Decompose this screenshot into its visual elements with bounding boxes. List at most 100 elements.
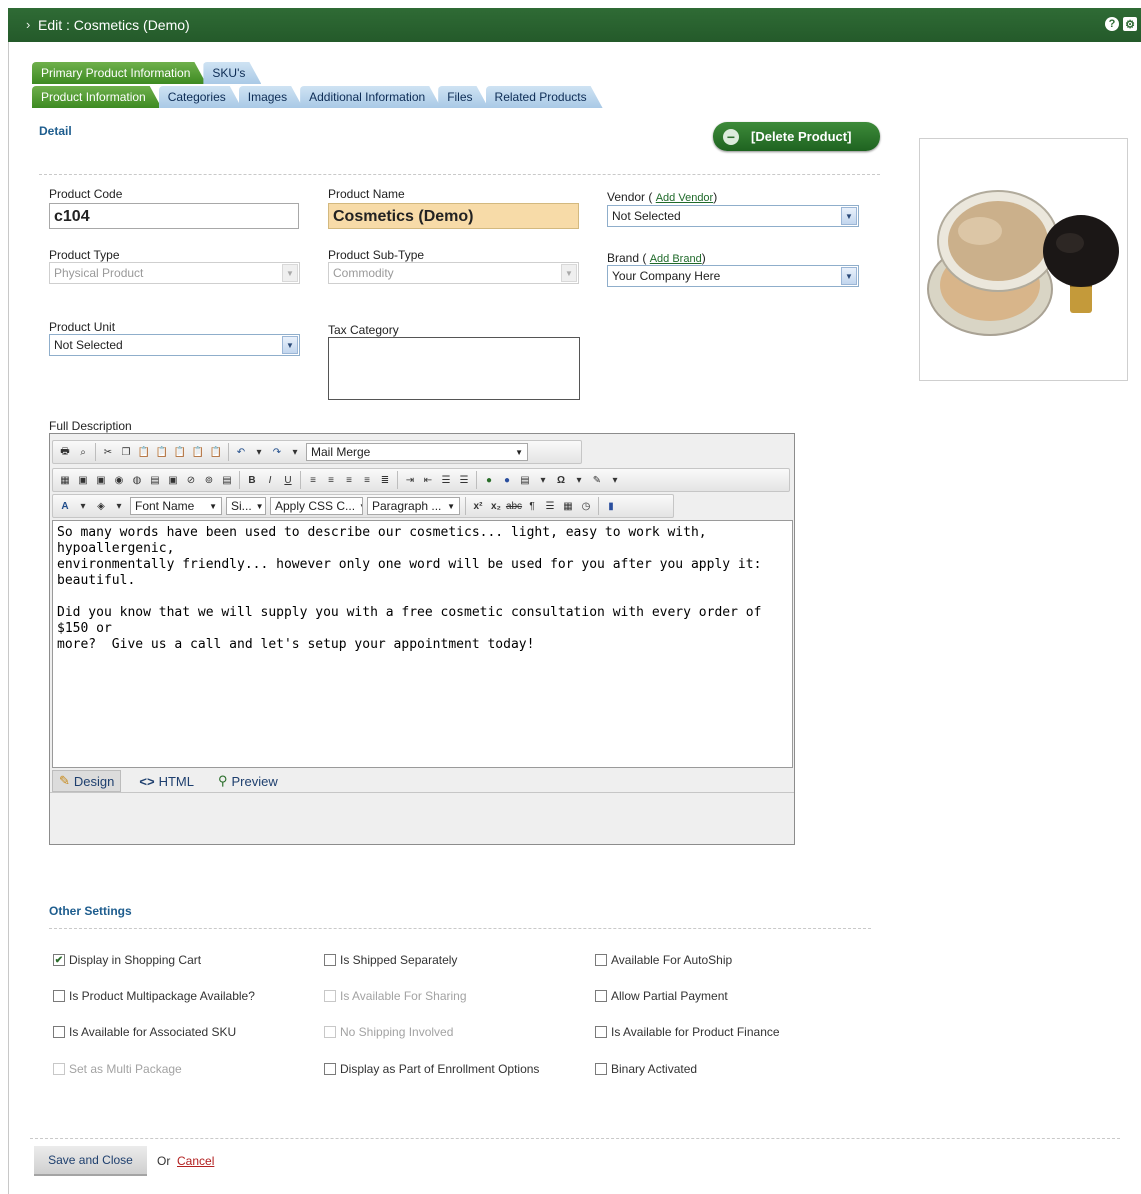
tab-categories[interactable]: Categories [159, 86, 242, 108]
checkbox-box[interactable] [595, 1063, 607, 1075]
tab-related-products[interactable]: Related Products [486, 86, 603, 108]
paste-word-icon[interactable]: 📋 [173, 445, 187, 459]
brand-select[interactable]: Your Company Here ▼ [607, 265, 859, 287]
vendor-select[interactable]: Not Selected ▼ [607, 205, 859, 227]
link-icon[interactable]: ⊘ [184, 473, 198, 487]
image-manager-icon[interactable]: ▣ [94, 473, 108, 487]
document-icon[interactable]: ▤ [148, 473, 162, 487]
checkbox-box[interactable] [595, 1026, 607, 1038]
copy-icon[interactable]: ❐ [119, 445, 133, 459]
checkbox-box[interactable] [324, 954, 336, 966]
checkbox-display-as-part-of-enrollment-options[interactable]: Display as Part of Enrollment Options [324, 1062, 539, 1076]
anchor-icon[interactable]: ▤ [220, 473, 234, 487]
bullet-list-icon[interactable]: ☰ [457, 473, 471, 487]
symbol-icon[interactable]: Ω [554, 473, 568, 487]
html-mode-button[interactable]: <> HTML [133, 772, 200, 791]
paste-html-icon[interactable]: 📋 [191, 445, 205, 459]
preview-mode-button[interactable]: ⚲ Preview [212, 771, 284, 791]
subscript-icon[interactable]: x₂ [489, 499, 503, 513]
find-icon[interactable]: ⌕ [76, 445, 90, 459]
checkbox-available-for-autoship[interactable]: Available For AutoShip [595, 953, 732, 967]
format-stripper-dropdown-icon[interactable]: ▾ [608, 473, 622, 487]
product-unit-select[interactable]: Not Selected ▼ [49, 334, 300, 356]
fore-color-icon[interactable]: A [58, 499, 72, 513]
paste-text-icon[interactable]: 📋 [155, 445, 169, 459]
product-code-input[interactable]: c104 [49, 203, 299, 229]
back-color-icon[interactable]: ◈ [94, 499, 108, 513]
flash-icon[interactable]: ◉ [112, 473, 126, 487]
tab-files[interactable]: Files [438, 86, 488, 108]
spellcheck-icon[interactable]: ● [482, 473, 496, 487]
format-dropdown-icon[interactable]: ▾ [536, 473, 550, 487]
design-mode-button[interactable]: ✎ Design [52, 770, 122, 792]
checkbox-box[interactable] [53, 990, 65, 1002]
format-stripper-icon[interactable]: ✎ [590, 473, 604, 487]
css-class-dropdown[interactable]: Apply CSS C... ▼ [270, 497, 363, 515]
delete-product-button[interactable]: − [Delete Product] [713, 122, 880, 151]
tab-product-information[interactable]: Product Information [32, 86, 162, 108]
insert-date-icon[interactable]: ▦ [561, 499, 575, 513]
checkbox-is-available-for-product-finance[interactable]: Is Available for Product Finance [595, 1025, 780, 1039]
cancel-link[interactable]: Cancel [177, 1154, 214, 1168]
media-icon[interactable]: ◍ [130, 473, 144, 487]
checkbox-box[interactable]: ✔ [53, 954, 65, 966]
paragraph-mark-icon[interactable]: ¶ [525, 499, 539, 513]
ajax-spellcheck-icon[interactable]: ● [500, 473, 514, 487]
checkbox-binary-activated[interactable]: Binary Activated [595, 1062, 697, 1076]
font-name-dropdown[interactable]: Font Name ▼ [130, 497, 222, 515]
add-brand-link[interactable]: Add Brand [650, 253, 702, 265]
italic-icon[interactable]: I [263, 473, 277, 487]
checkbox-box[interactable] [53, 1026, 65, 1038]
module-manager-icon[interactable]: ▮ [604, 499, 618, 513]
remove-alignment-icon[interactable]: ≣ [378, 473, 392, 487]
tab-images[interactable]: Images [239, 86, 303, 108]
tab-skus[interactable]: SKU's [203, 62, 261, 84]
help-icon[interactable]: ? [1105, 17, 1119, 31]
superscript-icon[interactable]: x² [471, 499, 485, 513]
align-left-icon[interactable]: ≡ [306, 473, 320, 487]
back-color-dropdown-icon[interactable]: ▾ [112, 499, 126, 513]
checkbox-box[interactable] [595, 954, 607, 966]
save-and-close-button[interactable]: Save and Close [34, 1146, 147, 1176]
checkbox-box[interactable] [324, 1063, 336, 1075]
table-icon[interactable]: ▦ [58, 473, 72, 487]
strikethrough-icon[interactable]: abc [506, 499, 522, 513]
tax-category-input[interactable] [328, 337, 580, 400]
insert-time-icon[interactable]: ◷ [579, 499, 593, 513]
indent-icon[interactable]: ⇥ [403, 473, 417, 487]
cut-icon[interactable]: ✂ [101, 445, 115, 459]
symbol-dropdown-icon[interactable]: ▾ [572, 473, 586, 487]
hyperlink-icon[interactable]: ⊚ [202, 473, 216, 487]
checkbox-allow-partial-payment[interactable]: Allow Partial Payment [595, 989, 728, 1003]
fore-color-dropdown-icon[interactable]: ▾ [76, 499, 90, 513]
justify-icon[interactable]: ≡ [360, 473, 374, 487]
tab-primary-product-information[interactable]: Primary Product Information [32, 62, 206, 84]
horizontal-rule-icon[interactable]: ☰ [543, 499, 557, 513]
template-icon[interactable]: ▣ [166, 473, 180, 487]
redo-dropdown-icon[interactable]: ▾ [288, 445, 302, 459]
redo-icon[interactable]: ↷ [270, 445, 284, 459]
bold-icon[interactable]: B [245, 473, 259, 487]
mail-merge-dropdown[interactable]: Mail Merge ▼ [306, 443, 528, 461]
undo-dropdown-icon[interactable]: ▾ [252, 445, 266, 459]
product-name-input[interactable]: Cosmetics (Demo) [328, 203, 579, 229]
undo-icon[interactable]: ↶ [234, 445, 248, 459]
numbered-list-icon[interactable]: ☰ [439, 473, 453, 487]
print-icon[interactable]: 🖶 [58, 445, 72, 459]
outdent-icon[interactable]: ⇤ [421, 473, 435, 487]
checkbox-box[interactable] [595, 990, 607, 1002]
paste-icon[interactable]: 📋 [137, 445, 151, 459]
image-icon[interactable]: ▣ [76, 473, 90, 487]
paragraph-dropdown[interactable]: Paragraph ... ▼ [367, 497, 460, 515]
settings-icon[interactable]: ⚙ [1123, 17, 1137, 31]
checkbox-is-shipped-separately[interactable]: Is Shipped Separately [324, 953, 457, 967]
font-size-dropdown[interactable]: Si... ▼ [226, 497, 266, 515]
align-right-icon[interactable]: ≡ [342, 473, 356, 487]
checkbox-is-product-multipackage-available[interactable]: Is Product Multipackage Available? [53, 989, 255, 1003]
add-vendor-link[interactable]: Add Vendor [656, 192, 714, 204]
tab-additional-information[interactable]: Additional Information [300, 86, 441, 108]
checkbox-display-in-shopping-cart[interactable]: ✔ Display in Shopping Cart [53, 953, 201, 967]
paste-plain-icon[interactable]: 📋 [209, 445, 223, 459]
format-block-icon[interactable]: ▤ [518, 473, 532, 487]
checkbox-is-available-for-associated-sku[interactable]: Is Available for Associated SKU [53, 1025, 236, 1039]
